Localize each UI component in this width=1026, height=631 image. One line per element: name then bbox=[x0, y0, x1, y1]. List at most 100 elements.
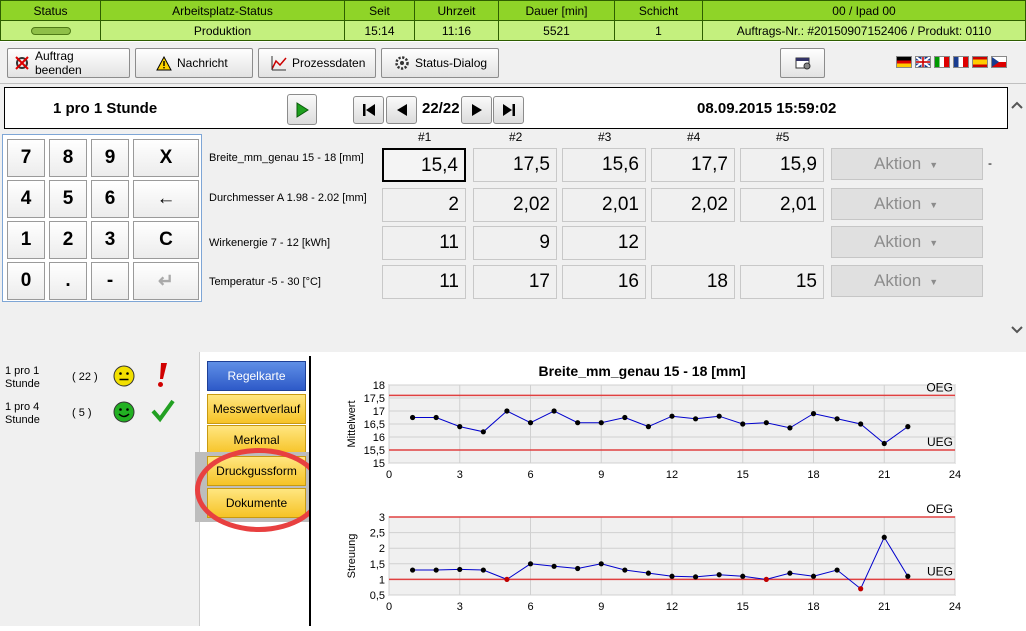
key-4[interactable]: 4 bbox=[7, 180, 45, 218]
data-point bbox=[810, 411, 817, 417]
last-button[interactable] bbox=[493, 96, 524, 124]
data-point bbox=[763, 576, 769, 582]
vertical-scrollbar[interactable] bbox=[1008, 84, 1026, 352]
key-8[interactable]: 8 bbox=[49, 139, 87, 177]
charts-svg: Breite_mm_genau 15 - 18 [mm]1515,51616,5… bbox=[346, 363, 961, 613]
x-tick-label: 12 bbox=[666, 601, 678, 613]
row-indicator: - bbox=[988, 156, 992, 170]
action-dropdown[interactable]: Aktion ▼ bbox=[831, 226, 983, 258]
action-label: Aktion bbox=[874, 154, 922, 173]
key-1[interactable]: 1 bbox=[7, 221, 45, 259]
action-label: Aktion bbox=[874, 271, 922, 290]
gear-cross-icon bbox=[15, 56, 29, 70]
data-point bbox=[575, 420, 581, 426]
status-dialog-button[interactable]: Status-Dialog bbox=[381, 48, 499, 78]
data-point bbox=[787, 425, 793, 431]
key-9[interactable]: 9 bbox=[91, 139, 129, 177]
measurement-cell[interactable]: 17,7 bbox=[651, 148, 735, 182]
data-point bbox=[409, 567, 416, 573]
measurement-cell[interactable]: 2 bbox=[382, 188, 466, 222]
first-button[interactable] bbox=[353, 96, 384, 124]
measurement-cell[interactable]: 2,01 bbox=[562, 188, 646, 222]
key-decimal[interactable]: . bbox=[49, 262, 87, 300]
play-button[interactable] bbox=[287, 94, 317, 125]
x-tick-label: 0 bbox=[386, 469, 392, 481]
measurement-cell[interactable]: 15,9 bbox=[740, 148, 824, 182]
control-charts: Breite_mm_genau 15 - 18 [mm] 15 15,5 16 16,5… bbox=[311, 352, 1026, 626]
key-2[interactable]: 2 bbox=[49, 221, 87, 259]
previous-icon bbox=[396, 104, 407, 116]
empty-measurement-cell[interactable] bbox=[740, 226, 824, 260]
data-point bbox=[740, 573, 746, 579]
next-button[interactable] bbox=[461, 96, 492, 124]
flag-de-icon[interactable] bbox=[896, 56, 912, 68]
language-flags bbox=[896, 56, 1007, 68]
key-enter[interactable]: ↵ bbox=[133, 262, 199, 300]
empty-measurement-cell[interactable] bbox=[651, 226, 735, 260]
measurement-cell[interactable]: 2,01 bbox=[740, 188, 824, 222]
action-dropdown[interactable]: Aktion ▼ bbox=[831, 265, 983, 297]
measurement-cell[interactable]: 15 bbox=[740, 265, 824, 299]
key-backspace[interactable]: ← bbox=[133, 180, 199, 218]
data-point bbox=[905, 424, 911, 430]
measurement-cell[interactable]: 12 bbox=[562, 226, 646, 260]
x-tick-label: 12 bbox=[666, 469, 678, 481]
measurement-cell[interactable]: 2,02 bbox=[651, 188, 735, 222]
key-7[interactable]: 7 bbox=[7, 139, 45, 177]
tab-measurement-history[interactable]: Messwertverlauf bbox=[207, 394, 306, 424]
settings-button[interactable] bbox=[780, 48, 825, 78]
flag-it-icon[interactable] bbox=[934, 56, 950, 68]
y-tick-label: 2,5 bbox=[370, 528, 385, 540]
previous-button[interactable] bbox=[386, 96, 417, 124]
status-indicator bbox=[0, 20, 101, 41]
since-header: Seit bbox=[344, 0, 415, 21]
key-0[interactable]: 0 bbox=[7, 262, 45, 300]
end-order-button[interactable]: Auftrag beenden bbox=[7, 48, 130, 78]
scroll-down-icon[interactable] bbox=[1008, 321, 1026, 339]
action-dropdown[interactable]: Aktion ▼ bbox=[831, 188, 983, 220]
measurement-cell[interactable]: 18 bbox=[651, 265, 735, 299]
flag-uk-icon[interactable] bbox=[915, 56, 931, 68]
key-6[interactable]: 6 bbox=[91, 180, 129, 218]
sample-count: ( 22 ) bbox=[72, 371, 98, 383]
end-order-label: Auftrag beenden bbox=[35, 49, 82, 77]
tab-control-chart[interactable]: Regelkarte bbox=[207, 361, 306, 391]
measurement-cell[interactable]: 17 bbox=[473, 265, 557, 299]
action-dropdown[interactable]: Aktion ▼ bbox=[831, 148, 983, 180]
x-tick-label: 24 bbox=[949, 601, 961, 613]
measurement-cell[interactable]: 15,4 bbox=[382, 148, 466, 182]
sample-plan-label[interactable]: 1 pro 4 Stunde bbox=[5, 401, 53, 427]
data-point bbox=[669, 573, 675, 579]
measurement-cell[interactable]: 17,5 bbox=[473, 148, 557, 182]
warning-icon bbox=[156, 55, 172, 70]
measurement-cell[interactable]: 2,02 bbox=[473, 188, 557, 222]
flag-es-icon[interactable] bbox=[972, 56, 988, 68]
key-clear-x[interactable]: X bbox=[133, 139, 199, 177]
key-minus[interactable]: - bbox=[91, 262, 129, 300]
key-clear-c[interactable]: C bbox=[133, 221, 199, 259]
message-button[interactable]: Nachricht bbox=[135, 48, 253, 78]
x-tick-label: 15 bbox=[737, 469, 749, 481]
next-icon bbox=[471, 104, 482, 116]
flag-cz-icon[interactable] bbox=[991, 56, 1007, 68]
measurement-cell[interactable]: 9 bbox=[473, 226, 557, 260]
y-tick-label: 15 bbox=[373, 458, 385, 470]
data-point bbox=[504, 576, 510, 582]
process-data-button[interactable]: Prozessdaten bbox=[258, 48, 376, 78]
action-label: Aktion bbox=[874, 194, 922, 213]
flag-fr-icon[interactable] bbox=[953, 56, 969, 68]
y-tick-label: 3 bbox=[379, 512, 385, 524]
happy-face-icon bbox=[113, 401, 135, 423]
x-tick-label: 21 bbox=[878, 601, 890, 613]
measurement-cell[interactable]: 15,6 bbox=[562, 148, 646, 182]
key-3[interactable]: 3 bbox=[91, 221, 129, 259]
measurement-cell[interactable]: 11 bbox=[382, 265, 466, 299]
scroll-up-icon[interactable] bbox=[1008, 96, 1026, 114]
measurement-cell[interactable]: 11 bbox=[382, 226, 466, 260]
cz-triangle-icon bbox=[992, 57, 999, 67]
sample-plan-label[interactable]: 1 pro 1 Stunde bbox=[5, 365, 53, 391]
y-tick-label: 16 bbox=[373, 432, 385, 444]
measurement-cell[interactable]: 16 bbox=[562, 265, 646, 299]
characteristic-label: Durchmesser A 1.98 - 2.02 [mm] bbox=[209, 192, 367, 204]
key-5[interactable]: 5 bbox=[49, 180, 87, 218]
